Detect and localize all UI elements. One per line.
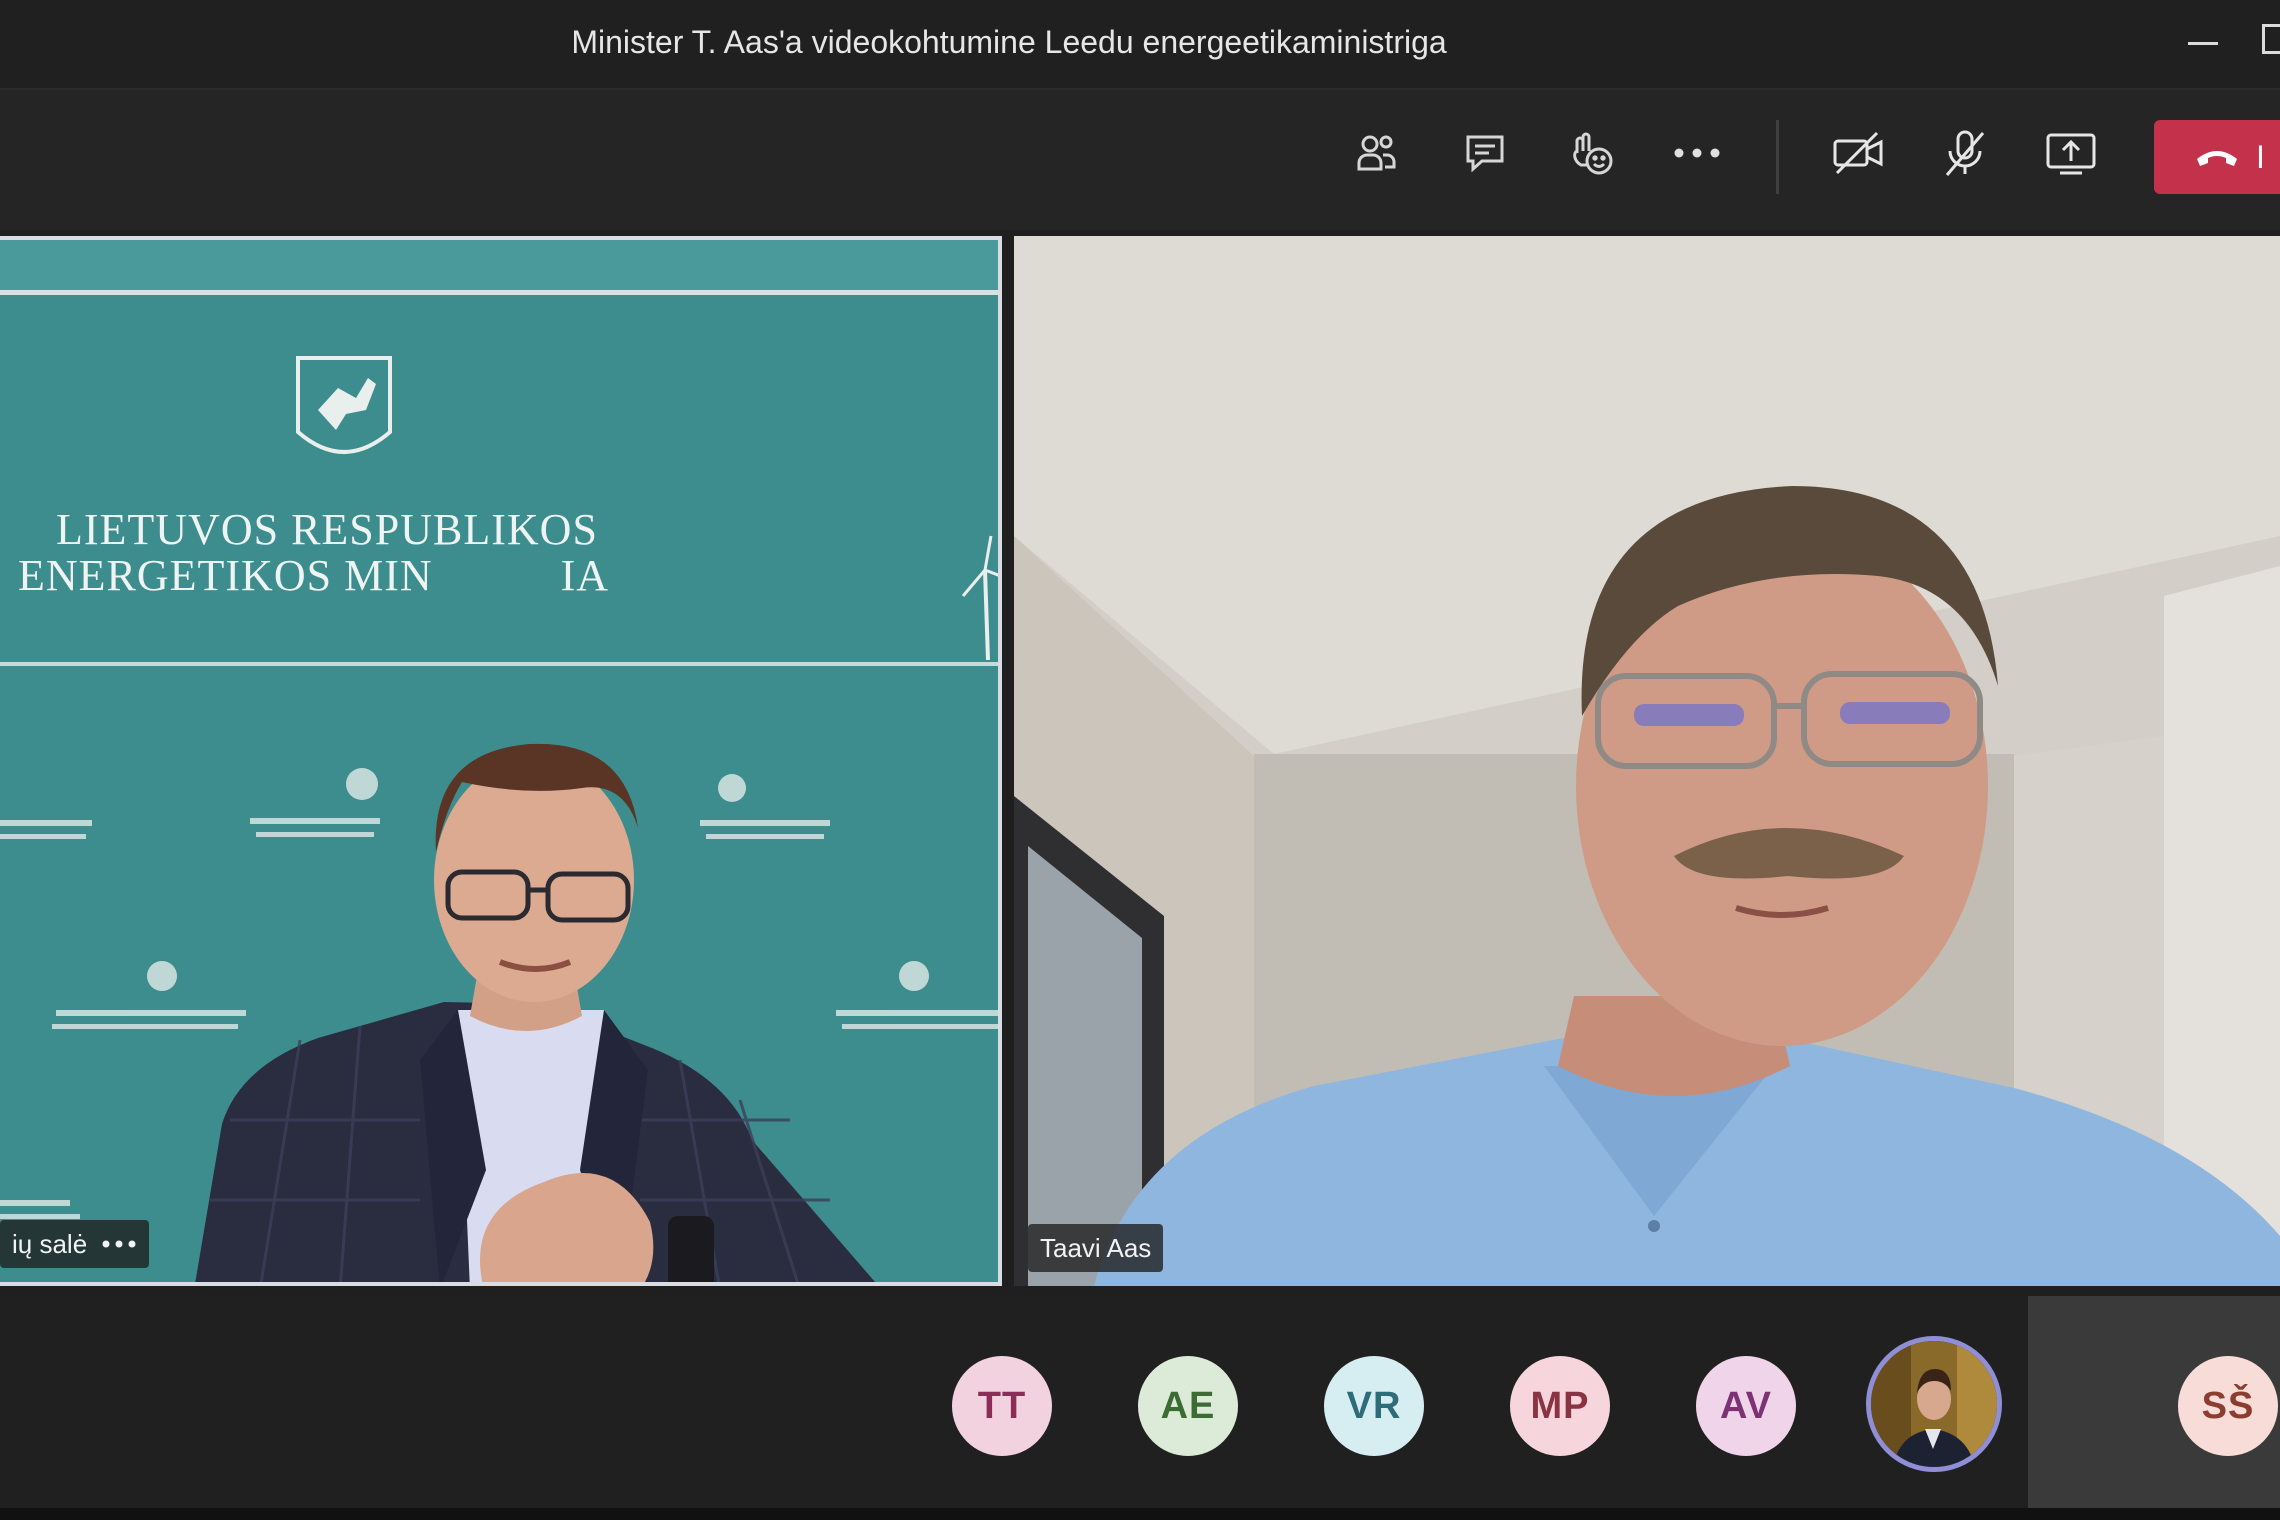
more-options-button[interactable] <box>1662 118 1732 188</box>
avatar-initials-5: AV <box>1720 1384 1772 1427</box>
reactions-icon <box>1573 132 1613 175</box>
participant-name-tag: Taavi Aas <box>1028 1224 1164 1272</box>
share-screen-button[interactable] <box>2036 118 2106 188</box>
phone-hangup-icon <box>2197 151 2237 166</box>
taavi-aas-video-feed <box>1014 236 2280 1286</box>
room-video-feed <box>0 240 998 1282</box>
participant-avatar-6[interactable]: SŠ <box>2178 1356 2278 1456</box>
video-tile-room[interactable]: LIETUVOS RESPUBLIKOS ENERGETIKOS MIN IA i… <box>0 236 1002 1286</box>
participant-avatar-2[interactable]: AE <box>1138 1356 1238 1456</box>
avatar-initials-2: AE <box>1160 1384 1216 1427</box>
avatar-photo-image <box>1871 1341 1997 1467</box>
avatar-initials-4: MP <box>1530 1384 1590 1427</box>
more-icon[interactable] <box>101 1239 137 1249</box>
more-icon <box>1674 148 1720 158</box>
participant-avatar-1[interactable]: TT <box>952 1356 1052 1456</box>
participant-avatar-3[interactable]: VR <box>1324 1356 1424 1456</box>
video-stage: LIETUVOS RESPUBLIKOS ENERGETIKOS MIN IA i… <box>0 232 2280 1292</box>
bottom-edge <box>0 1508 2280 1520</box>
leave-label: I <box>2256 138 2265 175</box>
participants-tray: TT AE VR MP AV SŠ <box>0 1296 2280 1520</box>
participant-avatar-4[interactable]: MP <box>1510 1356 1610 1456</box>
avatar-initials-3: VR <box>1346 1384 1402 1427</box>
participant-name-tag: ių salė <box>0 1220 150 1268</box>
wall-text-line2: ENERGETIKOS MIN <box>18 551 433 600</box>
wall-text-line1: LIETUVOS RESPUBLIKOS <box>56 505 598 554</box>
participant-name-room: ių salė <box>12 1228 88 1259</box>
video-tile-taavi-aas[interactable]: Taavi Aas <box>1014 236 2280 1286</box>
participant-name-taavi-aas: Taavi Aas <box>1040 1232 1152 1263</box>
avatar-initials-1: TT <box>977 1384 1027 1427</box>
maximize-icon[interactable] <box>2262 24 2280 54</box>
wall-text-line2-end: IA <box>560 551 610 600</box>
participant-avatar-photo[interactable] <box>1866 1336 2002 1472</box>
title-bar: Minister T. Aas'a videokohtumine Leedu e… <box>0 0 2280 90</box>
chat-button[interactable] <box>1450 118 1520 188</box>
chat-icon <box>1466 135 1504 173</box>
leave-button[interactable]: I <box>2154 120 2280 194</box>
minimize-icon[interactable] <box>2188 42 2218 45</box>
participant-avatar-5[interactable]: AV <box>1696 1356 1796 1456</box>
wall-text-line2-row: ENERGETIKOS MIN IA <box>18 550 609 601</box>
camera-toggle-button[interactable] <box>1824 118 1894 188</box>
avatar-initials-6: SŠ <box>2201 1384 2255 1427</box>
reactions-button[interactable] <box>1556 118 1626 188</box>
meeting-toolbar: I <box>0 90 2280 230</box>
microphone-toggle-button[interactable] <box>1930 118 2000 188</box>
mic-off-icon <box>1945 130 1985 176</box>
participants-icon <box>1357 135 1396 171</box>
window-title: Minister T. Aas'a videokohtumine Leedu e… <box>571 24 1447 60</box>
toolbar-separator <box>1776 120 1779 194</box>
share-screen-icon <box>2046 133 2096 175</box>
camera-off-icon <box>1833 131 1883 175</box>
participants-button[interactable] <box>1342 118 1412 188</box>
